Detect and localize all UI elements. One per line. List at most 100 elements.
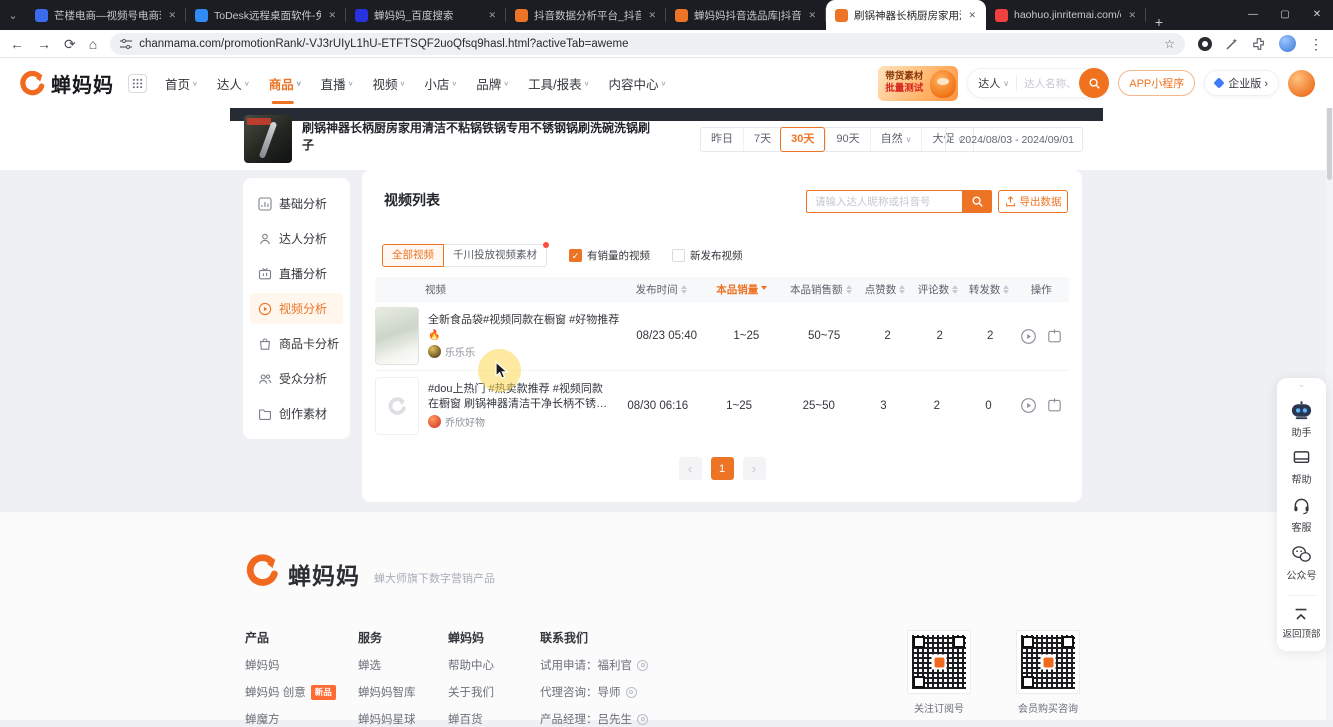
nav-live[interactable]: 直播∨	[321, 58, 354, 108]
footer-link[interactable]: 蝉妈妈	[245, 657, 336, 673]
range-90d[interactable]: 90天	[825, 128, 869, 151]
sidebar-item-audience-analysis[interactable]: 受众分析	[250, 363, 343, 394]
tab-close-icon[interactable]: ✕	[327, 10, 337, 21]
tab-close-icon[interactable]: ✕	[647, 10, 657, 21]
video-thumbnail-placeholder[interactable]	[375, 377, 419, 435]
wechat-qr-icon[interactable]	[626, 687, 637, 698]
col-header-shares[interactable]: 转发数	[965, 282, 1014, 297]
footer-contact[interactable]: 代理咨询：导师	[540, 684, 648, 700]
play-video-icon[interactable]	[1020, 397, 1037, 414]
footer-link[interactable]: 蝉妈妈智库	[358, 684, 416, 700]
close-window-button[interactable]: ✕	[1301, 0, 1333, 30]
checkbox-checked-icon[interactable]: ✓	[569, 249, 582, 262]
footer-link[interactable]: 蝉妈妈星球	[358, 711, 416, 727]
checkbox-unchecked-icon[interactable]	[672, 249, 685, 262]
apps-grid-icon[interactable]	[128, 74, 147, 93]
maximize-button[interactable]: ▢	[1269, 0, 1301, 30]
sidebar-item-influencer-analysis[interactable]: 达人分析	[250, 223, 343, 254]
bookmark-star-icon[interactable]: ☆	[1164, 37, 1175, 51]
user-avatar[interactable]	[1288, 70, 1315, 97]
nav-home[interactable]: 首页∨	[165, 58, 198, 108]
back-icon[interactable]: ←	[10, 37, 24, 51]
nav-tools-reports[interactable]: 工具/报表∨	[528, 58, 589, 108]
wechat-qr-icon[interactable]	[637, 660, 648, 671]
video-detail-icon[interactable]	[1046, 328, 1063, 345]
help-button[interactable]: 帮助	[1292, 450, 1312, 486]
extensions-puzzle-icon[interactable]	[1252, 37, 1266, 51]
forward-icon[interactable]: →	[37, 37, 51, 51]
collapse-chevron-icon[interactable]: ⌄	[1298, 380, 1306, 389]
sidebar-item-creative-material[interactable]: 创作素材	[250, 398, 343, 429]
browser-tab[interactable]: 芒楼电商—视频号电商玩法全 ✕	[26, 0, 186, 30]
date-range-picker[interactable]: 2024/08/03 - 2024/09/01	[945, 127, 1083, 152]
video-author[interactable]: 乐乐乐	[428, 344, 619, 359]
pagination-next[interactable]: ›	[743, 457, 766, 480]
filter-tab-all-videos[interactable]: 全部视频	[382, 244, 444, 267]
panel-search-input[interactable]	[806, 190, 962, 213]
official-account-button[interactable]: 公众号	[1287, 545, 1317, 582]
video-thumbnail[interactable]	[375, 307, 419, 365]
browser-tab[interactable]: ToDesk远程桌面软件-免费安全 ✕	[186, 0, 346, 30]
footer-link[interactable]: 蝉选	[358, 657, 416, 673]
home-icon[interactable]: ⌂	[89, 37, 97, 51]
browser-menu-icon[interactable]: ⋮	[1309, 37, 1323, 51]
browser-tab-active[interactable]: 刷锅神器长柄厨房家用清洁不 ✕	[826, 0, 986, 30]
nav-shop[interactable]: 小店∨	[424, 58, 457, 108]
col-header-comments[interactable]: 评论数	[911, 282, 965, 297]
nav-brand[interactable]: 品牌∨	[476, 58, 509, 108]
tab-close-icon[interactable]: ✕	[487, 10, 497, 21]
footer-link[interactable]: 帮助中心	[448, 657, 494, 673]
col-header-item-revenue[interactable]: 本品销售额	[783, 282, 859, 297]
export-data-button[interactable]: 导出数据	[998, 190, 1068, 213]
browser-tab[interactable]: 蝉妈妈抖音选品库|抖音短视 ✕	[666, 0, 826, 30]
browser-tab[interactable]: haohuo.jinritemai.com/ecom ✕	[986, 0, 1146, 30]
search-category-select[interactable]: 达人∨	[978, 75, 1017, 91]
header-search-button[interactable]	[1079, 68, 1109, 98]
header-search[interactable]: 达人∨ 达人名称、抖音号	[967, 68, 1109, 98]
site-settings-icon[interactable]	[120, 39, 132, 49]
range-yesterday[interactable]: 昨日	[701, 128, 743, 151]
nav-influencer[interactable]: 达人∨	[217, 58, 250, 108]
sidebar-item-basic-analysis[interactable]: 基础分析	[250, 188, 343, 219]
footer-link[interactable]: 蝉魔方	[245, 711, 336, 727]
pagination-prev[interactable]: ‹	[679, 457, 702, 480]
footer-contact[interactable]: 产品经理：吕先生	[540, 711, 648, 727]
refresh-icon[interactable]: ⟳	[64, 37, 76, 51]
pagination-page-1-current[interactable]: 1	[711, 457, 734, 480]
promo-banner[interactable]: 带货素材 批量测试	[878, 66, 958, 101]
product-thumbnail[interactable]	[244, 115, 292, 163]
tab-close-icon[interactable]: ✕	[1127, 10, 1137, 21]
extension-icon[interactable]	[1198, 37, 1212, 51]
nav-content-center[interactable]: 内容中心∨	[608, 58, 666, 108]
tab-close-icon[interactable]: ✕	[807, 10, 817, 21]
checkbox-has-sales[interactable]: ✓ 有销量的视频	[569, 248, 650, 263]
col-header-likes[interactable]: 点赞数	[859, 282, 911, 297]
chanmama-logo[interactable]: 蝉妈妈	[18, 69, 114, 98]
footer-contact[interactable]: 试用申请：福利官	[540, 657, 648, 673]
nav-product-active[interactable]: 商品∨	[269, 58, 302, 108]
app-miniprogram-button[interactable]: APP小程序	[1118, 70, 1195, 96]
panel-search-button[interactable]	[962, 190, 992, 213]
video-title[interactable]: #dou上热门 #热卖款推荐 #视频同款在橱窗 刷锅神器清洁干净长柄不锈钢刷锅子…	[428, 382, 610, 412]
range-30d-active[interactable]: 30天	[780, 127, 825, 152]
range-natural-dropdown[interactable]: 自然∨	[870, 128, 922, 151]
sidebar-item-video-analysis-active[interactable]: 视频分析	[250, 293, 343, 324]
footer-link[interactable]: 蝉百货	[448, 711, 494, 727]
video-detail-icon[interactable]	[1046, 397, 1063, 414]
checkbox-newly-published[interactable]: 新发布视频	[672, 248, 743, 263]
nav-video[interactable]: 视频∨	[373, 58, 406, 108]
minimize-button[interactable]: —	[1237, 0, 1269, 30]
video-title[interactable]: 全新食品袋#视频同款在橱窗 #好物推荐	[428, 313, 619, 328]
tab-close-icon[interactable]: ✕	[167, 10, 177, 21]
customer-service-button[interactable]: 客服	[1292, 497, 1312, 534]
sidebar-item-live-analysis[interactable]: 直播分析	[250, 258, 343, 289]
assistant-button[interactable]: 助手	[1289, 400, 1314, 439]
enterprise-button[interactable]: 企业版 ›	[1204, 70, 1279, 96]
play-video-icon[interactable]	[1020, 328, 1037, 345]
footer-link[interactable]: 关于我们	[448, 684, 494, 700]
browser-tab[interactable]: 抖音数据分析平台_抖音直播 ✕	[506, 0, 666, 30]
browser-tab[interactable]: 蝉妈妈_百度搜索 ✕	[346, 0, 506, 30]
browser-profile-avatar[interactable]	[1279, 35, 1296, 52]
back-to-top-button[interactable]: 返回顶部	[1282, 607, 1320, 640]
col-header-item-sales-sorted[interactable]: 本品销量	[701, 282, 783, 297]
